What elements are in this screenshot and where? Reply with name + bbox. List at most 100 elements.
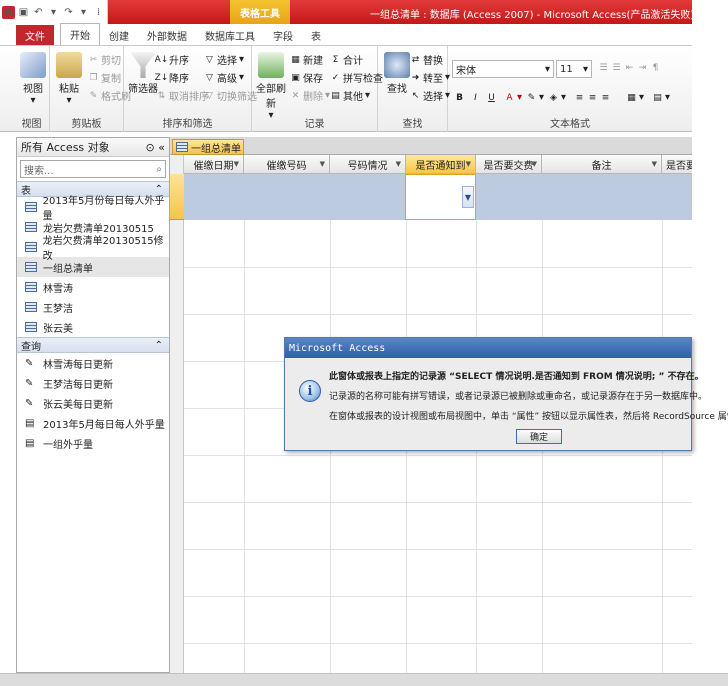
- toggle-filter-button[interactable]: ▽ 切换筛选: [204, 88, 257, 104]
- list-buttons[interactable]: ☰ ☰ ⇤ ⇥ ¶: [598, 62, 661, 73]
- nav-pane-header[interactable]: 所有 Access 对象 ⊙ «: [17, 138, 169, 157]
- paste-button[interactable]: 粘贴 ▾: [52, 52, 86, 106]
- tab-database-tools[interactable]: 数据库工具: [196, 25, 264, 45]
- nav-linked-table-item[interactable]: 王梦洁: [17, 297, 169, 317]
- column-header[interactable]: 催缴号码 ▼: [244, 155, 330, 174]
- nav-linked-table-item[interactable]: 林雪涛: [17, 277, 169, 297]
- search-icon[interactable]: ⌕: [156, 164, 162, 175]
- current-record-selector[interactable]: [170, 174, 184, 220]
- nav-search-input[interactable]: 搜索... ⌕: [20, 160, 166, 178]
- remove-sort-icon: ⇅: [157, 90, 166, 101]
- find-button[interactable]: 查找: [380, 52, 414, 95]
- font-color-button[interactable]: A ▾: [504, 92, 522, 103]
- save-record-icon: ▣: [291, 72, 300, 83]
- notified-combobox[interactable]: ▼: [405, 174, 476, 220]
- underline-button[interactable]: U: [486, 92, 497, 103]
- nav-table-item[interactable]: 2013年5月份每日每人外乎量: [17, 196, 169, 222]
- nav-query-item[interactable]: ▤ 2013年5月每日每人外乎量: [17, 413, 169, 433]
- tab-home[interactable]: 开始: [60, 23, 100, 45]
- dialog-message-hint: 在窗体或报表的设计视图或布局视图中，单击 “属性” 按钮以显示属性表，然后将 R…: [329, 412, 728, 422]
- tab-create[interactable]: 创建: [100, 25, 138, 45]
- font-name-select[interactable]: 宋体 ▾: [452, 60, 554, 78]
- undo-icon[interactable]: ↶: [32, 6, 45, 19]
- more-button[interactable]: ▤ 其他 ▾: [330, 88, 370, 103]
- binoculars-icon: [384, 52, 410, 78]
- chevron-down-icon[interactable]: ▼: [234, 160, 239, 168]
- collapse-pane-icon[interactable]: «: [158, 141, 165, 154]
- ok-button[interactable]: 确定: [516, 429, 562, 444]
- refresh-all-button[interactable]: 全部刷新 ▾: [254, 52, 288, 121]
- nav-query-item[interactable]: ▤ 一组外乎量: [17, 433, 169, 453]
- select-button[interactable]: ↖ 选择 ▾: [410, 88, 450, 103]
- document-tab[interactable]: 一组总清单: [172, 139, 244, 155]
- chevron-down-icon[interactable]: ▼: [466, 160, 471, 168]
- redo-icon[interactable]: ↷: [62, 6, 75, 19]
- replace-icon: ⇄: [411, 54, 420, 65]
- selection-filter-button[interactable]: ▽ 选择 ▾: [204, 52, 244, 67]
- select-icon: ↖: [411, 90, 420, 101]
- save-icon[interactable]: ▣: [17, 6, 30, 19]
- gridlines-icon: ▦: [627, 92, 636, 103]
- font-size-select[interactable]: 11 ▾: [556, 60, 592, 78]
- replace-button[interactable]: ⇄ 替换: [410, 52, 443, 68]
- new-record-button[interactable]: ▦ 新建: [290, 52, 323, 68]
- copy-button[interactable]: ❐ 复制: [88, 70, 121, 86]
- totals-button[interactable]: Σ 合计: [330, 52, 363, 68]
- dropdown-icon[interactable]: ▾: [77, 6, 90, 19]
- view-button[interactable]: 视图 ▾: [16, 52, 50, 106]
- tab-fields[interactable]: 字段: [264, 25, 302, 45]
- nav-query-item[interactable]: ✎ 张云美每日更新: [17, 393, 169, 413]
- advanced-filter-button[interactable]: ▽ 高级 ▾: [204, 70, 244, 85]
- sort-ascending-button[interactable]: A↓ 升序: [155, 52, 189, 68]
- bold-button[interactable]: B: [454, 92, 465, 103]
- nav-table-item[interactable]: 龙岩欠费清单20130515修改: [17, 236, 169, 262]
- nav-linked-table-item[interactable]: 张云美: [17, 317, 169, 337]
- tab-table[interactable]: 表: [302, 25, 330, 45]
- column-header[interactable]: 备注 ▼: [542, 155, 662, 174]
- chevron-down-icon[interactable]: ▼: [532, 160, 537, 168]
- context-tab-table-tools: 表格工具: [230, 0, 290, 24]
- goto-button[interactable]: ➜ 转至 ▾: [410, 70, 450, 85]
- row-color-button[interactable]: ▤ ▾: [652, 92, 670, 103]
- nav-query-item[interactable]: ✎ 林雪涛每日更新: [17, 353, 169, 373]
- dialog-message-main: 此窗体或报表上指定的记录源 “SELECT 情况说明.是否通知到 FROM 情况…: [329, 372, 704, 382]
- nav-section-queries[interactable]: 查询 ⌃: [17, 337, 169, 353]
- dropdown-icon[interactable]: ▾: [47, 6, 60, 19]
- column-header[interactable]: 是否要交费 ▼: [476, 155, 542, 174]
- chevron-down-icon[interactable]: ▼: [462, 186, 474, 208]
- align-buttons[interactable]: ≡ ≡ ≡: [574, 92, 611, 103]
- chevron-down-icon[interactable]: ▼: [320, 160, 325, 168]
- nav-menu-icon[interactable]: ⊙: [146, 141, 155, 154]
- italic-button[interactable]: I: [470, 92, 481, 103]
- access-logo-icon[interactable]: A: [2, 5, 15, 19]
- navigation-pane: 所有 Access 对象 ⊙ « 搜索... ⌕ 表 ⌃ 2013年5月份每日每人…: [16, 137, 170, 673]
- column-header[interactable]: 催缴日期 ▼: [184, 155, 244, 174]
- column-header[interactable]: 是否要: [662, 155, 692, 174]
- delete-record-button[interactable]: ✕ 删除 ▾: [290, 88, 330, 103]
- group-find: 查找 ⇄ 替换 ➜ 转至 ▾ ↖ 选择 ▾ 查找: [378, 46, 450, 132]
- tab-external-data[interactable]: 外部数据: [138, 25, 196, 45]
- chevron-down-icon[interactable]: ▼: [396, 160, 401, 168]
- nav-query-item[interactable]: ✎ 王梦洁每日更新: [17, 373, 169, 393]
- cut-button[interactable]: ✂ 剪切: [88, 52, 121, 68]
- customize-qat-icon[interactable]: ⁞: [92, 6, 105, 19]
- highlight-button[interactable]: ✎ ▾: [526, 92, 544, 103]
- spelling-button[interactable]: ✓ 拼写检查: [330, 70, 383, 86]
- new-record-icon: ▦: [291, 54, 300, 65]
- fill-color-button[interactable]: ◈ ▾: [548, 92, 566, 103]
- column-header-selected[interactable]: 是否通知到 ▼: [406, 155, 476, 174]
- bullets-icon: ☰: [599, 62, 608, 73]
- record-selector-column[interactable]: [170, 155, 184, 673]
- sort-descending-button[interactable]: Z↓ 降序: [155, 70, 189, 86]
- save-record-button[interactable]: ▣ 保存: [290, 70, 323, 86]
- gridlines-button[interactable]: ▦ ▾: [626, 92, 644, 103]
- window-title: 一组总清单 : 数据库 (Access 2007) - Microsoft Ac…: [370, 10, 695, 21]
- refresh-icon: [258, 52, 284, 78]
- status-bar: [0, 673, 728, 686]
- chevron-down-icon[interactable]: ▼: [652, 160, 657, 168]
- remove-sort-button[interactable]: ⇅ 取消排序: [156, 88, 209, 104]
- tab-file[interactable]: 文件: [16, 25, 54, 45]
- dialog-title: Microsoft Access: [285, 338, 691, 358]
- column-header[interactable]: 号码情况 ▼: [330, 155, 406, 174]
- paste-icon: [56, 52, 82, 78]
